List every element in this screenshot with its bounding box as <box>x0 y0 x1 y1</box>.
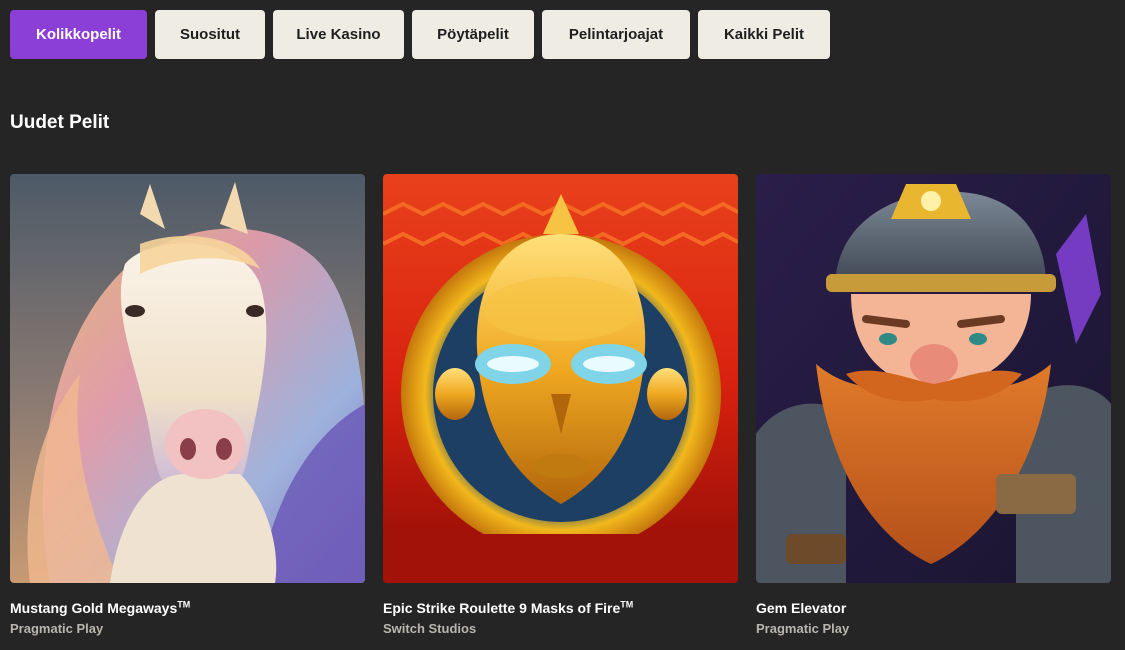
page: Kolikkopelit Suositut Live Kasino Pöytäp… <box>0 0 1125 650</box>
tab-live-kasino[interactable]: Live Kasino <box>273 10 404 59</box>
game-thumbnail-horse-image[interactable] <box>10 174 365 583</box>
section-title: Uudet Pelit <box>10 112 110 133</box>
game-card-gem-elevator[interactable]: Gem Elevator Pragmatic Play <box>756 174 1111 637</box>
game-provider: Pragmatic Play <box>10 621 104 636</box>
tab-kolikkopelit[interactable]: Kolikkopelit <box>10 10 147 59</box>
category-tabs: Kolikkopelit Suositut Live Kasino Pöytäp… <box>10 10 830 59</box>
game-title[interactable]: Mustang Gold MegawaysTM <box>10 599 365 617</box>
tab-poytapelit[interactable]: Pöytäpelit <box>412 10 534 59</box>
trademark-mark: TM <box>177 599 191 610</box>
tab-suositut[interactable]: Suositut <box>155 10 265 59</box>
game-provider: Pragmatic Play <box>756 621 850 636</box>
trademark-mark: TM <box>620 599 634 610</box>
tab-pelintarjoajat[interactable]: Pelintarjoajat <box>542 10 690 59</box>
game-card-epic-strike-roulette[interactable]: Epic Strike Roulette 9 Masks of FireTM S… <box>383 174 738 637</box>
game-title[interactable]: Gem Elevator <box>756 599 1111 617</box>
game-thumbnail-dwarf-image[interactable] <box>756 174 1111 583</box>
game-title[interactable]: Epic Strike Roulette 9 Masks of FireTM <box>383 599 738 617</box>
game-grid: Mustang Gold MegawaysTM Pragmatic Play E… <box>10 174 1111 637</box>
game-thumbnail-mask-image[interactable] <box>383 174 738 583</box>
game-card-mustang-gold[interactable]: Mustang Gold MegawaysTM Pragmatic Play <box>10 174 365 637</box>
game-provider: Switch Studios <box>383 621 477 636</box>
tab-kaikki-pelit[interactable]: Kaikki Pelit <box>698 10 830 59</box>
